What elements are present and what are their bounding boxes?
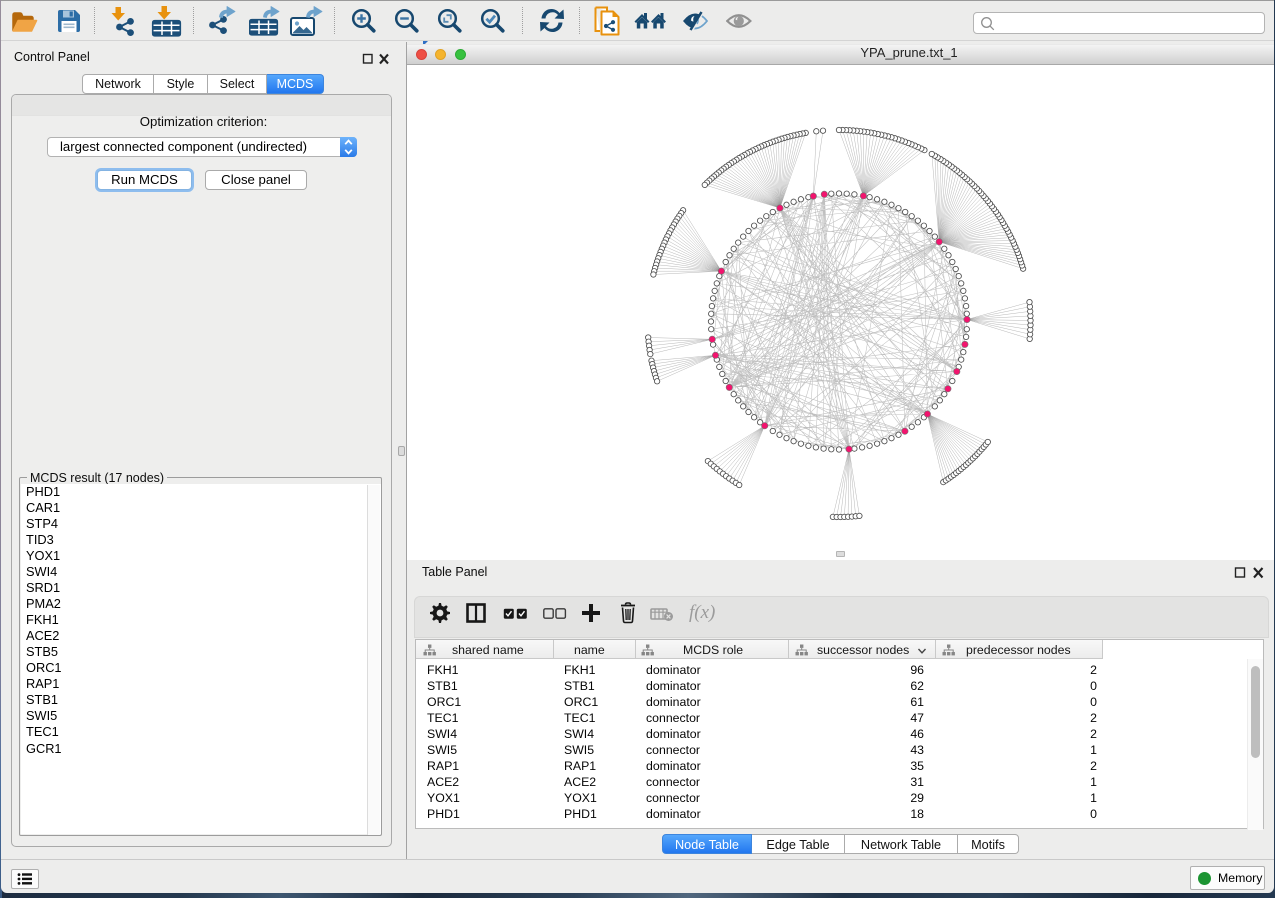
svg-text:f(x): f(x) (689, 602, 715, 623)
